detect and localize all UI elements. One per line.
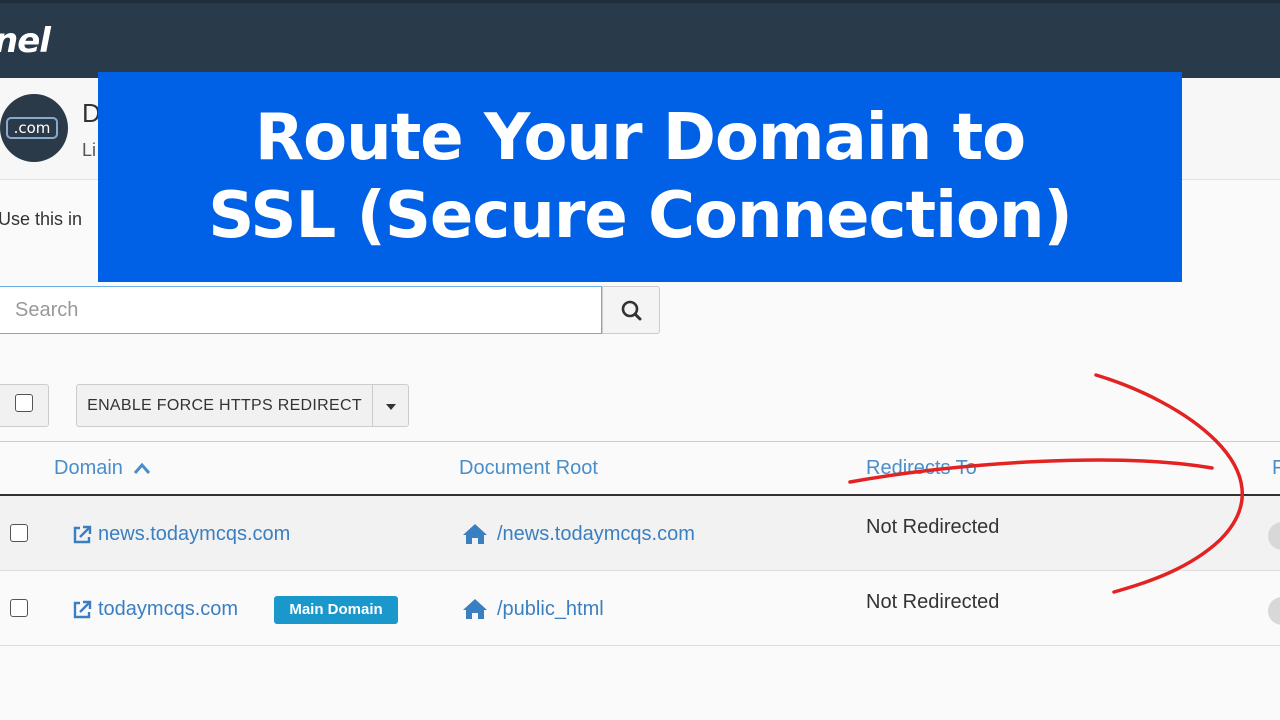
search-icon — [621, 300, 642, 321]
banner-title-line-1: Route Your Domain to — [254, 101, 1026, 175]
redirect-status: Not Redirected — [866, 591, 1000, 613]
dotcom-label: .com — [6, 117, 58, 139]
banner-title-line-2: SSL (Secure Connection) — [208, 179, 1073, 253]
table-header: Domain Document Root Redirects To F — [0, 441, 1280, 496]
domain-link[interactable]: news.todaymcqs.com — [98, 523, 290, 546]
row-checkbox[interactable] — [10, 524, 28, 542]
domains-app-icon: .com — [0, 94, 68, 162]
top-navbar: nel — [0, 0, 1280, 78]
home-icon — [463, 599, 487, 619]
table-row: todaymcqs.com Main Domain /public_html N… — [0, 571, 1280, 646]
row-checkbox[interactable] — [10, 599, 28, 617]
cpanel-logo[interactable]: nel — [0, 21, 51, 61]
column-force-https[interactable]: F — [1272, 457, 1280, 480]
home-icon — [463, 524, 487, 544]
document-root-link[interactable]: /news.todaymcqs.com — [497, 523, 695, 546]
title-banner: Route Your Domain to SSL (Secure Connect… — [98, 72, 1182, 282]
select-all-checkbox[interactable] — [15, 394, 33, 412]
enable-dropdown-toggle[interactable] — [372, 384, 409, 427]
page-intro-text: Use this in — [0, 209, 83, 229]
external-link-icon[interactable] — [71, 524, 93, 546]
column-domain[interactable]: Domain — [54, 457, 123, 480]
caret-down-icon — [386, 404, 396, 410]
search-button[interactable] — [602, 286, 660, 334]
enable-force-https-button[interactable]: ENABLE FORCE HTTPS REDIRECT — [76, 384, 373, 427]
main-domain-badge: Main Domain — [274, 596, 398, 624]
force-https-toggle[interactable] — [1268, 522, 1280, 550]
table-row: news.todaymcqs.com /news.todaymcqs.com N… — [0, 496, 1280, 571]
document-root-link[interactable]: /public_html — [497, 598, 604, 621]
column-domain-label: Domain — [54, 457, 123, 479]
redirect-status: Not Redirected — [866, 516, 1000, 538]
sort-up-icon[interactable] — [133, 461, 151, 475]
column-document-root[interactable]: Document Root — [459, 457, 598, 480]
column-redirects-to[interactable]: Redirects To — [866, 457, 977, 480]
page-subtitle: Li — [82, 140, 97, 160]
force-https-toggle[interactable] — [1268, 597, 1280, 625]
domain-link[interactable]: todaymcqs.com — [98, 598, 238, 621]
select-all-container[interactable] — [0, 384, 49, 427]
search-input[interactable] — [0, 286, 602, 334]
external-link-icon[interactable] — [71, 599, 93, 621]
